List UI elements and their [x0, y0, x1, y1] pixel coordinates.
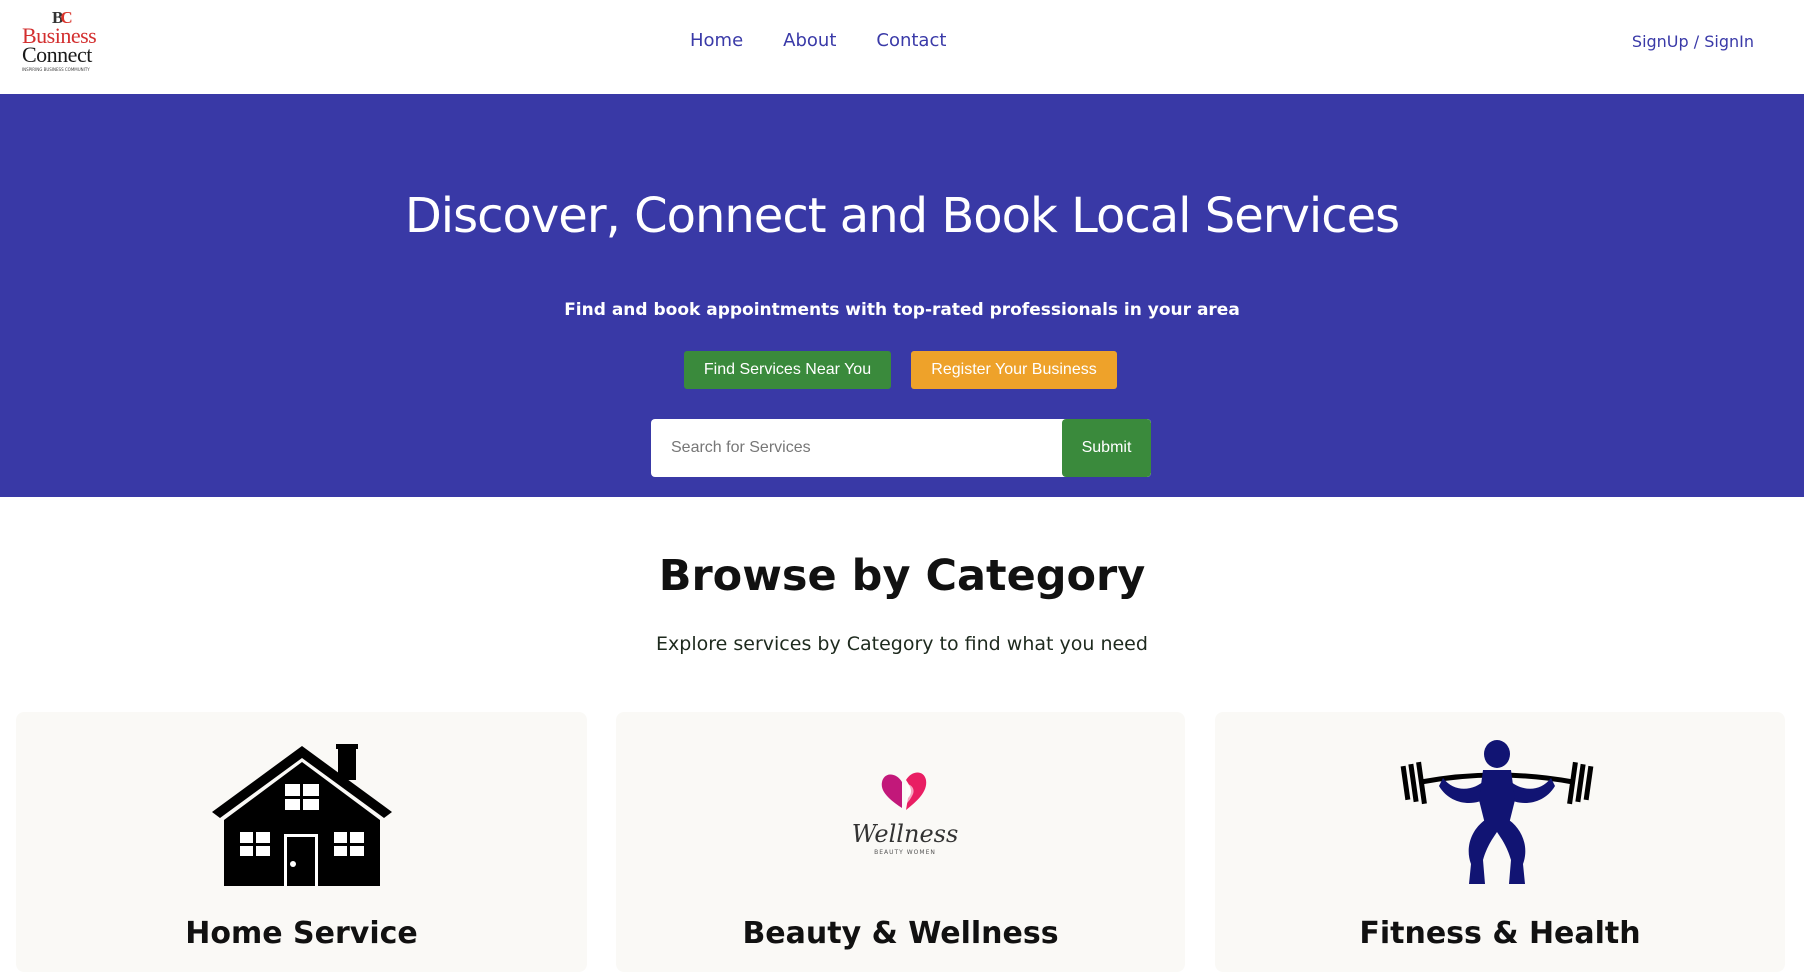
- nav-about-link[interactable]: About: [783, 30, 836, 51]
- main-nav: Home About Contact: [690, 30, 986, 51]
- search-bar: Submit: [651, 419, 1151, 477]
- site-header: BC Business Connect INSPIRING BUSINESS C…: [0, 0, 1804, 94]
- category-label: Fitness & Health: [1359, 916, 1641, 951]
- category-label: Beauty & Wellness: [742, 916, 1059, 951]
- category-label: Home Service: [185, 916, 418, 951]
- svg-text:BEAUTY WOMEN: BEAUTY WOMEN: [874, 849, 936, 856]
- hero-section: Discover, Connect and Book Local Service…: [0, 94, 1804, 497]
- nav-home-link[interactable]: Home: [690, 30, 743, 51]
- logo-tagline: INSPIRING BUSINESS COMMUNITY: [22, 67, 90, 72]
- business-connect-logo[interactable]: BC Business Connect INSPIRING BUSINESS C…: [22, 8, 106, 74]
- nav-contact-link[interactable]: Contact: [876, 30, 946, 51]
- search-input[interactable]: [651, 419, 1061, 477]
- wellness-logo-icon: Wellness BEAUTY WOMEN: [852, 772, 959, 856]
- svg-text:Wellness: Wellness: [852, 820, 959, 848]
- find-services-button[interactable]: Find Services Near You: [684, 351, 891, 389]
- category-section-title: Browse by Category: [658, 551, 1146, 601]
- house-icon: [212, 744, 392, 886]
- logo-line-connect: Connect: [22, 42, 92, 67]
- category-section-subtitle: Explore services by Category to find wha…: [656, 633, 1148, 655]
- hero-title: Discover, Connect and Book Local Service…: [404, 188, 1400, 244]
- hero-subtitle: Find and book appointments with top-rate…: [564, 300, 1240, 320]
- category-card-home-service[interactable]: Home Service: [16, 712, 587, 972]
- category-card-beauty-wellness[interactable]: Wellness BEAUTY WOMEN Beauty & Wellness: [616, 712, 1185, 972]
- register-business-button[interactable]: Register Your Business: [911, 351, 1117, 389]
- signup-signin-link[interactable]: SignUp / SignIn: [1632, 32, 1754, 51]
- search-submit-button[interactable]: Submit: [1062, 419, 1151, 477]
- weightlifter-icon: [1400, 740, 1594, 884]
- category-card-fitness-health[interactable]: Fitness & Health: [1215, 712, 1785, 972]
